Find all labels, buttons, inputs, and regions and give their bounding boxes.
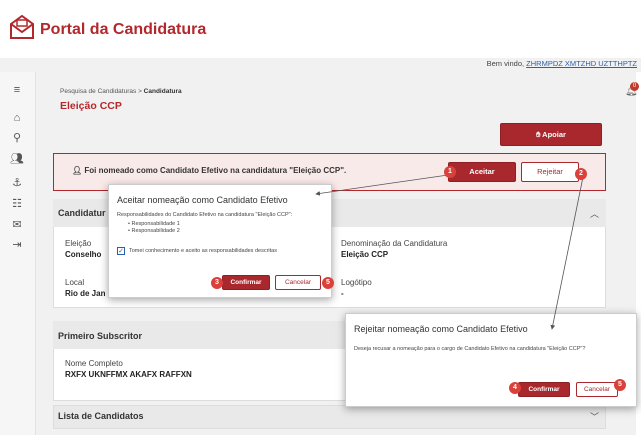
arrow-to-reject-dialog [550, 176, 584, 330]
annotation-arrows [315, 174, 584, 330]
step-marker-2: 2 [575, 168, 587, 180]
step-marker-5: 5 [322, 277, 334, 289]
step-marker-5b: 5 [614, 379, 626, 391]
arrow-to-accept-dialog [315, 174, 449, 196]
step-marker-1: 1 [444, 166, 456, 178]
step-marker-3: 3 [211, 277, 223, 289]
step-marker-4: 4 [509, 382, 521, 394]
